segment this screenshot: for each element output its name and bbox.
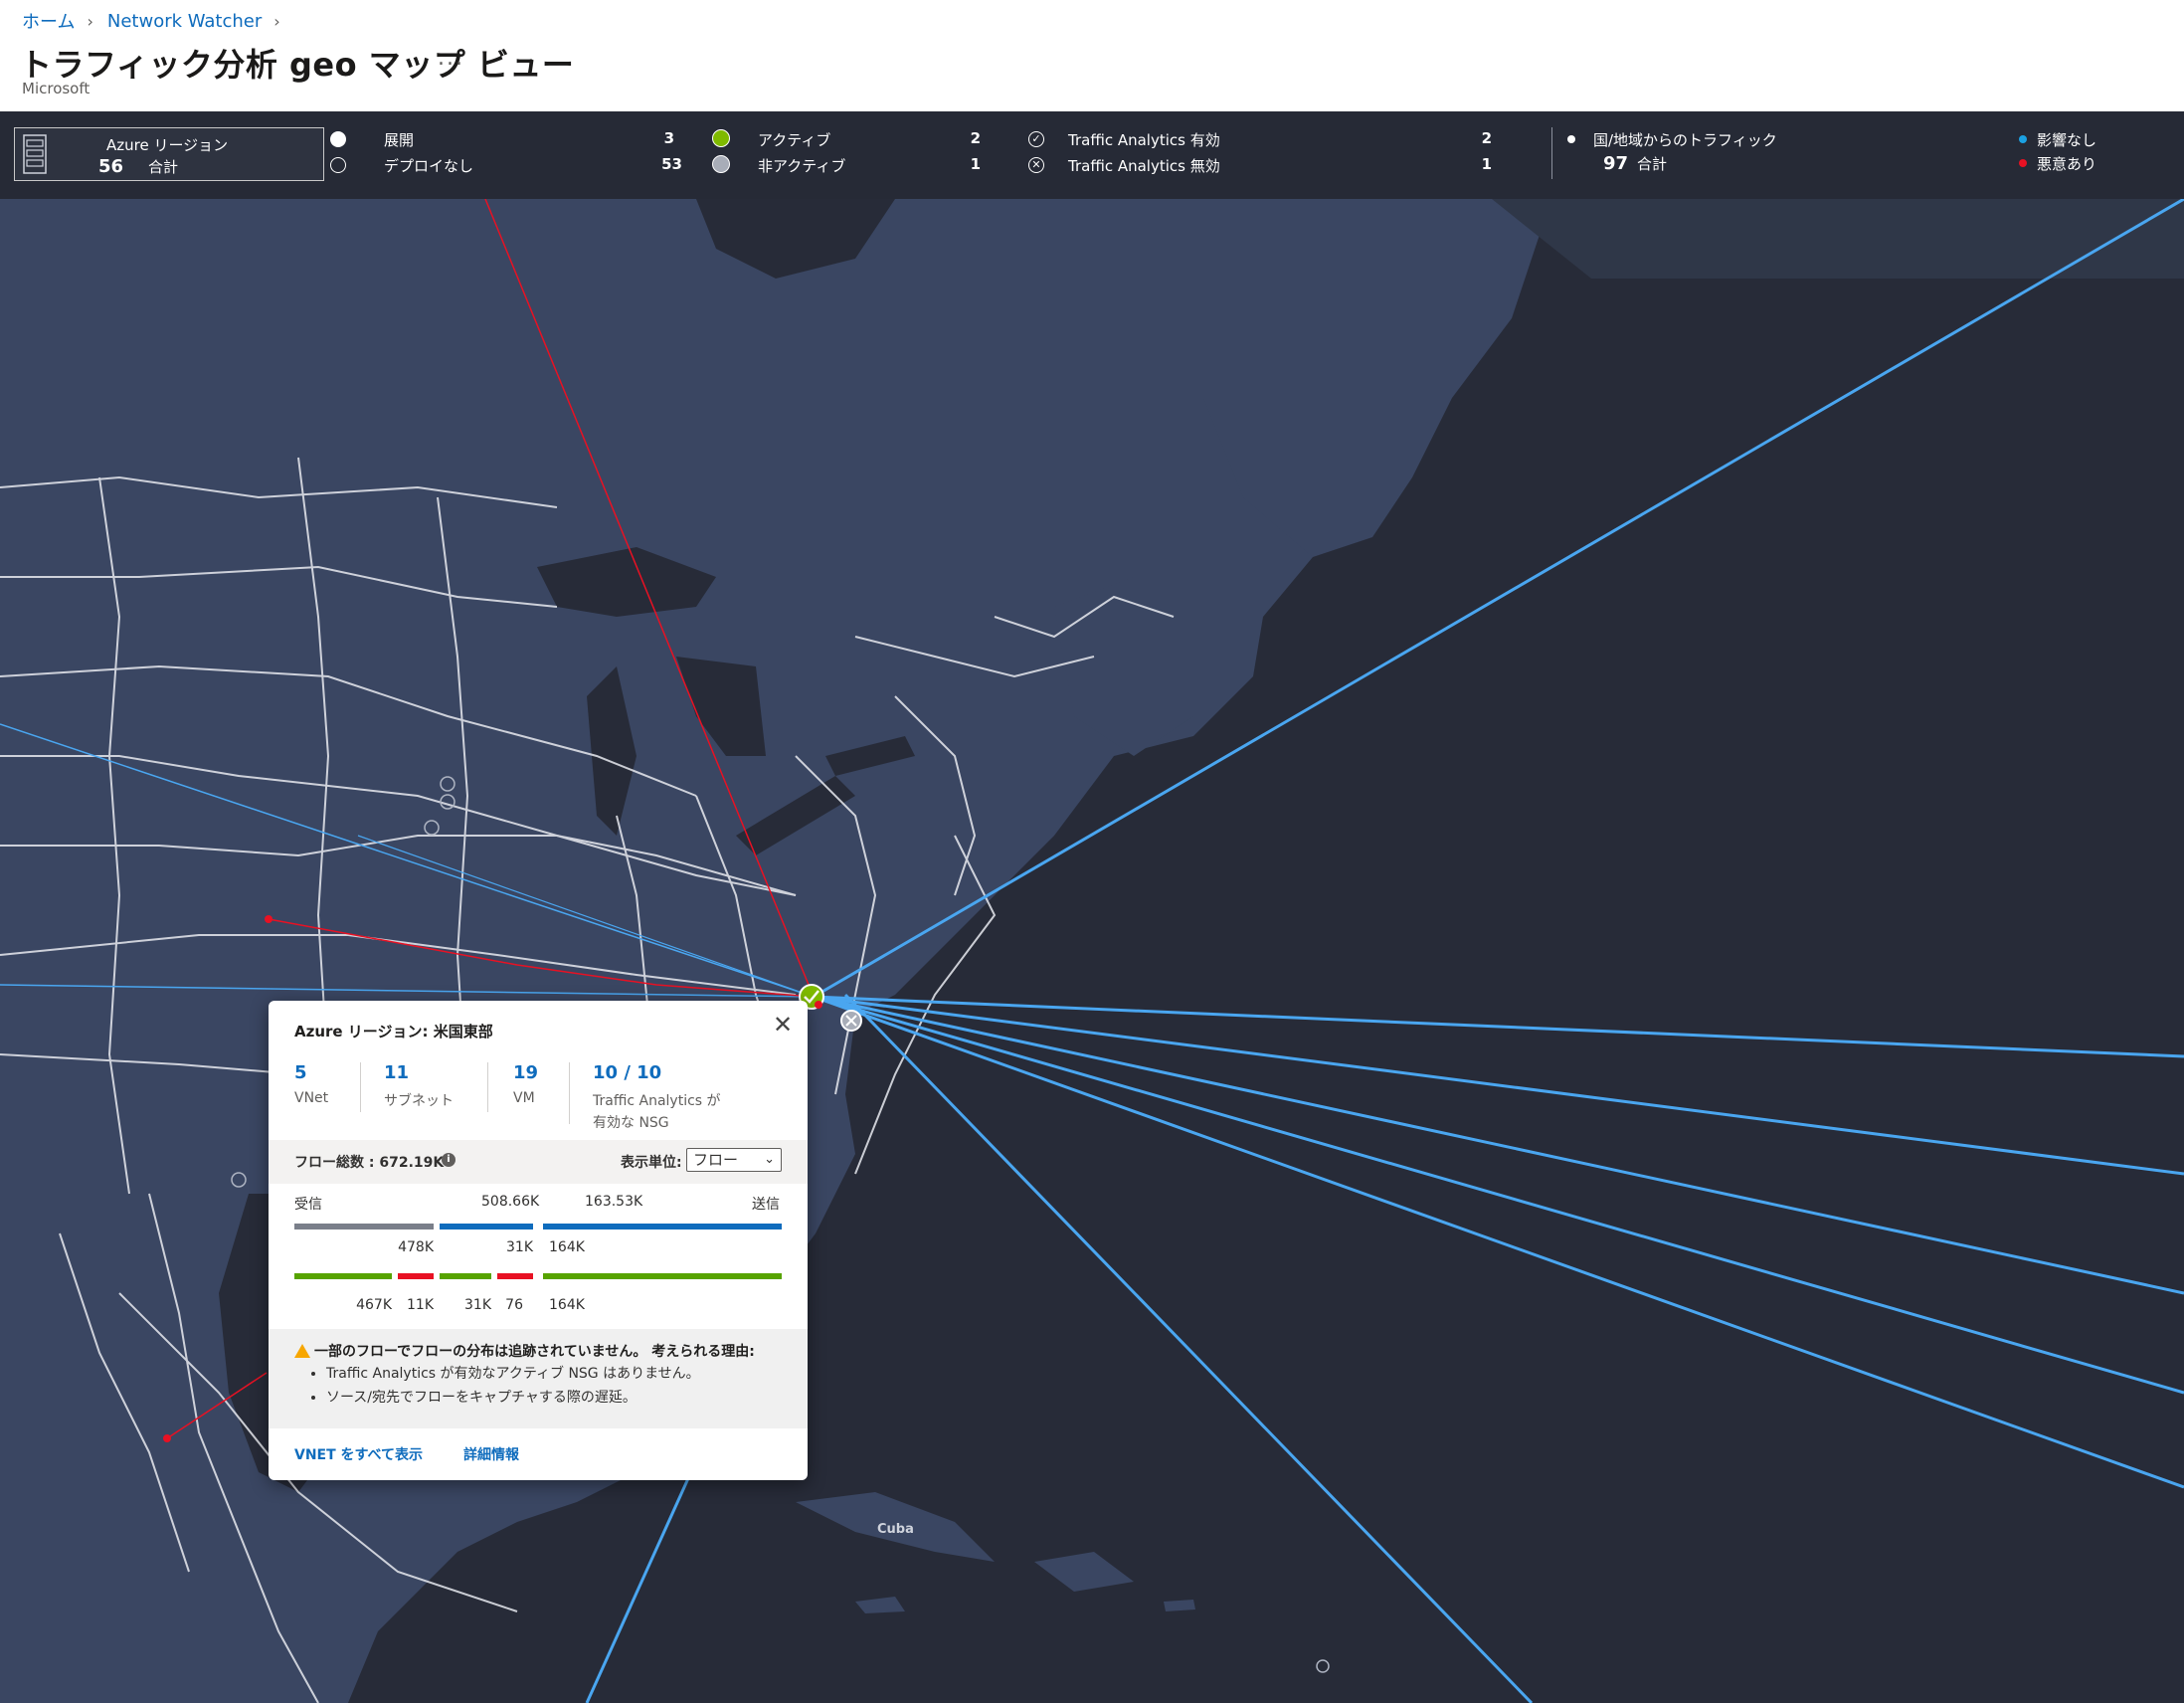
legend-inactive-count: 1 xyxy=(970,155,981,173)
flow-bar-blocked[interactable] xyxy=(497,1273,533,1279)
page-subtitle: Microsoft xyxy=(22,80,91,97)
legend-not-deployed-label: デプロイなし xyxy=(384,157,474,175)
info-icon[interactable]: i xyxy=(442,1153,455,1167)
malicious-source-dot xyxy=(265,915,273,923)
inbound-label: 受信 xyxy=(294,1197,322,1213)
breadcrumb-home-link[interactable]: ホーム xyxy=(22,8,75,34)
legend-ta-enabled-count: 2 xyxy=(1481,129,1492,147)
region-details-popup: Azure リージョン: 米国東部 ✕ 5 VNet 11 サブネット 19 V… xyxy=(269,1001,808,1480)
legend-inactive-label: 非アクティブ xyxy=(758,157,846,175)
greenland-landmass xyxy=(1492,199,2184,279)
legend-deployed-label: 展開 xyxy=(384,131,415,149)
total-flows-label: フロー総数 : 672.19K xyxy=(294,1155,445,1171)
country-traffic-title: 国/地域からのトラフィック xyxy=(1593,131,1777,149)
page-header: ホーム › Network Watcher › トラフィック分析 geo マップ… xyxy=(0,0,2184,111)
country-dot-icon xyxy=(1567,135,1575,143)
region-total-label: 合計 xyxy=(148,158,179,176)
region-stack-icon xyxy=(23,134,47,174)
map-label-cuba: Cuba xyxy=(877,1522,914,1537)
warning-title: 一部のフローでフローの分布は追跡されていません。 考えられる理由: xyxy=(314,1344,755,1360)
deployed-dot-icon xyxy=(330,131,346,147)
country-traffic-total: 97 xyxy=(1603,153,1629,174)
stat-divider xyxy=(487,1062,488,1112)
inbound-total: 508.66K xyxy=(481,1194,540,1210)
flow-value: 164K xyxy=(549,1239,585,1255)
warning-reason: ソース/宛先でフローをキャプチャする際の遅延。 xyxy=(326,1387,700,1407)
region-total-count: 56 xyxy=(98,156,124,177)
legend-active-label: アクティブ xyxy=(758,131,831,149)
chevron-down-icon: ⌄ xyxy=(764,1152,775,1167)
warning-icon xyxy=(294,1344,310,1358)
legend-benign-label: 影響なし xyxy=(2037,131,2097,149)
malicious-dot-icon xyxy=(2019,159,2027,167)
stat-nsg-label-line1: Traffic Analytics が xyxy=(593,1093,721,1109)
legend-divider xyxy=(1551,127,1552,179)
warning-reason: Traffic Analytics が有効なアクティブ NSG はありません。 xyxy=(326,1363,700,1383)
flow-value: 76 xyxy=(505,1297,523,1313)
country-traffic-total-label: 合計 xyxy=(1637,155,1668,173)
chevron-right-icon: › xyxy=(273,11,280,31)
hispaniola-island xyxy=(1034,1552,1134,1592)
flow-value: 164K xyxy=(549,1297,585,1313)
legend-deployed-count: 3 xyxy=(663,129,674,147)
malicious-source-dot xyxy=(163,1434,171,1442)
more-options-button[interactable]: ... xyxy=(438,46,464,71)
flow-bar-blocked[interactable] xyxy=(398,1273,434,1279)
map-legend-bar: Azure リージョン 56 合計 展開 3 デプロイなし 53 アクティブ 2… xyxy=(0,111,2184,199)
outbound-total: 163.53K xyxy=(585,1194,643,1210)
view-all-vnets-link[interactable]: VNET をすべて表示 xyxy=(294,1444,423,1464)
stat-vm-value[interactable]: 19 xyxy=(513,1062,538,1083)
flow-bar-allowed[interactable] xyxy=(294,1273,392,1279)
unit-label: 表示単位: xyxy=(621,1155,682,1171)
x-circle-icon: ✕ xyxy=(1028,157,1044,173)
outbound-label: 送信 xyxy=(752,1197,780,1213)
legend-ta-enabled-label: Traffic Analytics 有効 xyxy=(1068,131,1220,149)
flow-summary-row: フロー総数 : 672.19K i 表示単位: フロー ⌄ xyxy=(269,1140,808,1184)
azure-region-summary[interactable]: Azure リージョン 56 合計 xyxy=(14,127,324,181)
region-box-title: Azure リージョン xyxy=(106,136,229,154)
stat-divider xyxy=(360,1062,361,1112)
flow-bar-inbound-other[interactable] xyxy=(294,1224,434,1230)
legend-active-count: 2 xyxy=(970,129,981,147)
stat-nsg-label-line2: 有効な NSG xyxy=(593,1115,669,1131)
breadcrumb: ホーム › Network Watcher › xyxy=(22,8,294,34)
stat-nsg-value[interactable]: 10 / 10 xyxy=(593,1062,661,1083)
puerto-rico-island xyxy=(1164,1600,1195,1611)
unit-select-dropdown[interactable]: フロー ⌄ xyxy=(686,1148,782,1172)
flow-value: 478K xyxy=(398,1239,434,1255)
warning-reasons-list: Traffic Analytics が有効なアクティブ NSG はありません。 … xyxy=(312,1363,700,1411)
popup-title: Azure リージョン: 米国東部 xyxy=(294,1023,493,1041)
flow-value: 31K xyxy=(506,1239,533,1255)
stat-subnet-value[interactable]: 11 xyxy=(384,1062,409,1083)
chevron-right-icon: › xyxy=(87,11,93,31)
stat-vnet-label: VNet xyxy=(294,1090,329,1106)
flow-bar-inbound-azure[interactable] xyxy=(440,1224,533,1230)
stat-vnet-value[interactable]: 5 xyxy=(294,1062,307,1083)
details-link[interactable]: 詳細情報 xyxy=(463,1444,519,1464)
warning-message: 一部のフローでフローの分布は追跡されていません。 考えられる理由: Traffi… xyxy=(269,1329,808,1428)
jamaica-island xyxy=(855,1597,905,1613)
legend-malicious-label: 悪意あり xyxy=(2037,155,2097,173)
flow-bar-allowed[interactable] xyxy=(440,1273,491,1279)
stat-vm-label: VM xyxy=(513,1090,535,1106)
legend-ta-disabled-count: 1 xyxy=(1481,155,1492,173)
check-circle-icon: ✓ xyxy=(1028,131,1044,147)
inactive-dot-icon xyxy=(712,155,730,173)
page-title: トラフィック分析 geo マップ ビュー xyxy=(20,46,575,84)
region-marker-east-us-2[interactable] xyxy=(840,1010,862,1032)
flow-bar-allowed[interactable] xyxy=(543,1273,782,1279)
benign-dot-icon xyxy=(2019,135,2027,143)
stat-subnet-label: サブネット xyxy=(384,1093,454,1109)
stat-divider xyxy=(569,1062,570,1124)
not-deployed-dot-icon xyxy=(330,157,346,173)
active-dot-icon xyxy=(712,129,730,147)
unit-select-value: フロー xyxy=(693,1151,739,1169)
close-icon[interactable]: ✕ xyxy=(772,1013,794,1037)
legend-ta-disabled-label: Traffic Analytics 無効 xyxy=(1068,157,1220,175)
breadcrumb-network-watcher-link[interactable]: Network Watcher xyxy=(107,11,262,32)
flow-bar-outbound[interactable] xyxy=(543,1224,782,1230)
legend-not-deployed-count: 53 xyxy=(661,155,682,173)
